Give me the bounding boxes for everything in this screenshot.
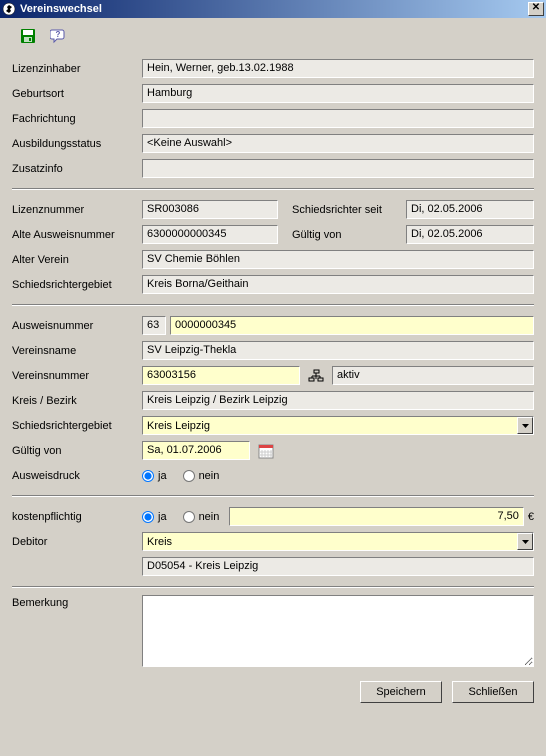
schliessen-button[interactable]: Schließen: [452, 681, 534, 703]
ausweisnummer-input[interactable]: 0000000345: [170, 316, 534, 335]
zusatzinfo-field: [142, 159, 534, 178]
schiedsrichtergebiet-value: Kreis Leipzig: [147, 420, 210, 432]
chevron-down-icon: [517, 533, 533, 550]
schiedsrichter-seit-field: Di, 02.05.2006: [406, 200, 534, 219]
calendar-icon[interactable]: [258, 443, 274, 459]
bemerkung-label: Bemerkung: [12, 595, 142, 667]
debitor-select[interactable]: Kreis: [142, 532, 534, 551]
svg-text:?: ?: [56, 30, 61, 39]
nein-label: nein: [199, 511, 220, 523]
schiedsrichtergebiet-old-label: Schiedsrichtergebiet: [12, 279, 142, 291]
vereinsnummer-label: Vereinsnummer: [12, 370, 142, 382]
kostenpflichtig-ja-radio[interactable]: [142, 511, 154, 523]
geburtsort-field: Hamburg: [142, 84, 534, 103]
vereinsname-label: Vereinsname: [12, 345, 142, 357]
ja-label: ja: [158, 470, 167, 482]
vereinsnummer-input[interactable]: 63003156: [142, 366, 300, 385]
gueltig-von-old-label: Gültig von: [292, 229, 406, 241]
debitor-label: Debitor: [12, 536, 142, 548]
debitor-value: Kreis: [147, 536, 172, 548]
alte-ausweisnummer-label: Alte Ausweisnummer: [12, 229, 142, 241]
divider: [12, 304, 534, 306]
ausweisdruck-nein-radio[interactable]: [183, 470, 195, 482]
nein-label: nein: [199, 470, 220, 482]
schiedsrichter-seit-label: Schiedsrichter seit: [292, 204, 406, 216]
ausweisnummer-prefix-field: 63: [142, 316, 166, 335]
gueltig-von-old-field: Di, 02.05.2006: [406, 225, 534, 244]
kostenpflichtig-nein-radio[interactable]: [183, 511, 195, 523]
app-icon: [2, 2, 16, 16]
titlebar: Vereinswechsel ✕: [0, 0, 546, 18]
gueltig-von-input[interactable]: Sa, 01.07.2006: [142, 441, 250, 460]
lizenznummer-label: Lizenznummer: [12, 204, 142, 216]
schiedsrichtergebiet-select[interactable]: Kreis Leipzig: [142, 416, 534, 435]
zusatzinfo-label: Zusatzinfo: [12, 163, 142, 175]
ausbildungsstatus-label: Ausbildungsstatus: [12, 138, 142, 150]
alter-verein-label: Alter Verein: [12, 254, 142, 266]
currency-label: €: [528, 511, 534, 523]
lizenzinhaber-label: Lizenzinhaber: [12, 63, 142, 75]
tree-lookup-icon[interactable]: [306, 366, 326, 385]
kreis-bezirk-field: Kreis Leipzig / Bezirk Leipzig: [142, 391, 534, 410]
ausweisdruck-ja-radio[interactable]: [142, 470, 154, 482]
ja-label: ja: [158, 511, 167, 523]
fachrichtung-label: Fachrichtung: [12, 113, 142, 125]
alte-ausweisnummer-field: 6300000000345: [142, 225, 278, 244]
window-title: Vereinswechsel: [20, 3, 102, 15]
chevron-down-icon: [517, 417, 533, 434]
ausbildungsstatus-field: <Keine Auswahl>: [142, 134, 534, 153]
vereinsstatus-field: aktiv: [332, 366, 534, 385]
schiedsrichtergebiet-label: Schiedsrichtergebiet: [12, 420, 142, 432]
kreis-bezirk-label: Kreis / Bezirk: [12, 395, 142, 407]
lizenzinhaber-field: Hein, Werner, geb.13.02.1988: [142, 59, 534, 78]
geburtsort-label: Geburtsort: [12, 88, 142, 100]
vereinsname-field: SV Leipzig-Thekla: [142, 341, 534, 360]
toolbar: ?: [12, 26, 534, 46]
ausweisdruck-label: Ausweisdruck: [12, 470, 142, 482]
lizenznummer-field: SR003086: [142, 200, 278, 219]
alter-verein-field: SV Chemie Böhlen: [142, 250, 534, 269]
gueltig-von-label: Gültig von: [12, 445, 142, 457]
fachrichtung-field: [142, 109, 534, 128]
help-icon[interactable]: ?: [48, 26, 68, 46]
close-button[interactable]: ✕: [528, 2, 544, 16]
divider: [12, 188, 534, 190]
speichern-button[interactable]: Speichern: [360, 681, 442, 703]
schiedsrichtergebiet-old-field: Kreis Borna/Geithain: [142, 275, 534, 294]
betrag-input[interactable]: 7,50: [229, 507, 524, 526]
save-icon[interactable]: [18, 26, 38, 46]
ausweisnummer-label: Ausweisnummer: [12, 320, 142, 332]
bemerkung-textarea[interactable]: [142, 595, 534, 667]
debitor-detail-field: D05054 - Kreis Leipzig: [142, 557, 534, 576]
kostenpflichtig-label: kostenpflichtig: [12, 511, 142, 523]
divider: [12, 495, 534, 497]
divider: [12, 586, 534, 588]
